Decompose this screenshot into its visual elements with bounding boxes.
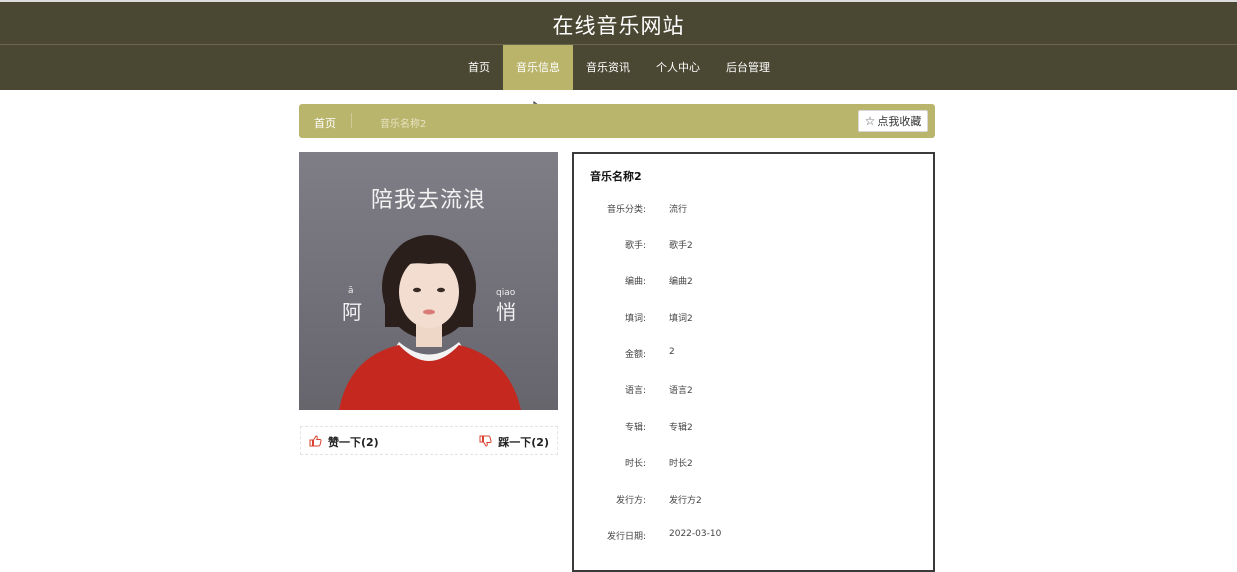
dislike-button[interactable]: 踩一下(2) [479,434,549,450]
vote-row: 赞一下(2) 踩一下(2) [300,426,558,455]
site-header: 在线音乐网站 [0,0,1237,45]
detail-value: 专辑2 [669,423,693,433]
main-nav: 首页 音乐信息 音乐资讯 个人中心 后台管理 [0,45,1237,90]
like-label: 赞一下(2) [328,436,379,449]
detail-label: 时长: [624,459,646,469]
like-button[interactable]: 赞一下(2) [309,434,379,450]
breadcrumb: 首页 音乐名称2 ☆ 点我收藏 [299,104,935,138]
detail-label: 歌手: [624,241,646,251]
detail-label: 发行日期: [606,532,646,542]
cover-artist-right: 悄 [496,300,516,324]
detail-label: 发行方: [615,496,646,506]
thumbs-down-icon [479,435,492,450]
detail-value: 时长2 [669,459,693,469]
detail-value: 填词2 [669,314,693,324]
music-detail-panel: 音乐名称2 音乐分类: 流行 歌手: 歌手2 编曲: 编曲2 填词: 填词2 金… [572,152,935,572]
detail-row-release-date: 发行日期: 2022-03-10 [574,529,934,545]
detail-row-price: 金额: 2 [574,347,934,363]
album-cover-image: 陪我去流浪 ā 阿 qiao 悄 [299,152,558,410]
detail-label: 金额: [624,350,646,360]
star-icon: ☆ [864,114,876,128]
breadcrumb-home-link[interactable]: 首页 [314,115,336,131]
thumbs-up-icon [309,434,322,450]
nav-item-home[interactable]: 首页 [455,45,503,90]
detail-label: 语言: [624,386,646,396]
cover-pinyin-left: ā [348,286,354,296]
breadcrumb-separator [351,113,352,128]
favorite-button[interactable]: ☆ 点我收藏 [858,110,928,132]
music-title: 音乐名称2 [590,170,642,183]
cover-portrait [339,235,521,410]
detail-label: 编曲: [624,277,646,287]
detail-value: 流行 [669,205,688,215]
detail-value: 语言2 [669,386,693,396]
detail-label: 填词: [624,314,646,324]
detail-row-singer: 歌手: 歌手2 [574,238,934,254]
nav-item-personal-center[interactable]: 个人中心 [643,45,713,90]
favorite-button-label: 点我收藏 [877,115,922,128]
detail-row-arranger: 编曲: 编曲2 [574,274,934,290]
detail-row-publisher: 发行方: 发行方2 [574,493,934,509]
detail-value: 编曲2 [669,277,693,287]
detail-row-language: 语言: 语言2 [574,383,934,399]
detail-row-category: 音乐分类: 流行 [574,202,934,218]
cover-artist-left: 阿 [342,300,362,324]
detail-row-lyricist: 填词: 填词2 [574,311,934,327]
site-title: 在线音乐网站 [552,14,685,38]
detail-value: 发行方2 [669,496,702,506]
detail-label: 音乐分类: [606,205,646,215]
detail-label: 专辑: [624,423,646,433]
detail-value: 歌手2 [669,241,693,251]
nav-item-music-news[interactable]: 音乐资讯 [573,45,643,90]
nav-items: 首页 音乐信息 音乐资讯 个人中心 后台管理 [455,45,783,90]
detail-value: 2022-03-10 [669,529,722,539]
detail-value: 2 [669,347,675,357]
breadcrumb-current: 音乐名称2 [380,119,427,130]
detail-row-duration: 时长: 时长2 [574,456,934,472]
nav-item-admin[interactable]: 后台管理 [713,45,783,90]
nav-item-music-info[interactable]: 音乐信息 [503,45,573,90]
detail-row-album: 专辑: 专辑2 [574,420,934,436]
dislike-label: 踩一下(2) [498,436,549,449]
